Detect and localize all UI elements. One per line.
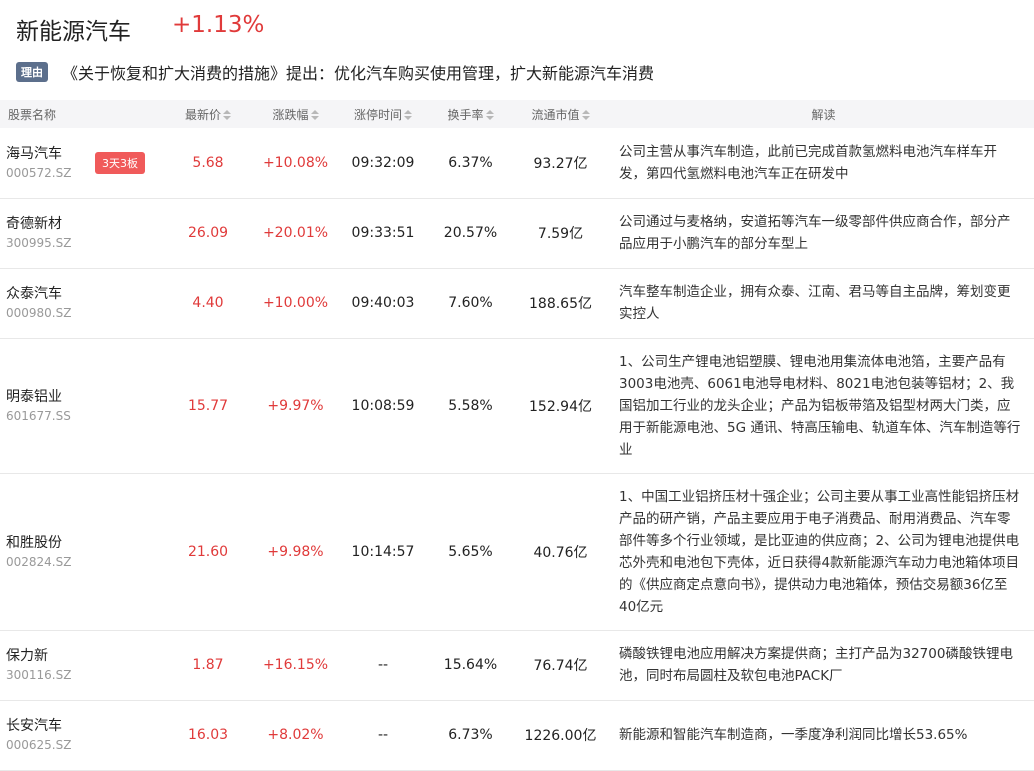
stock-name[interactable]: 长安汽车 [6, 716, 158, 736]
stock-name[interactable]: 和胜股份 [6, 533, 158, 553]
change-percent: +10.00% [262, 295, 329, 311]
limit-up-time: 09:33:51 [351, 225, 415, 241]
col-header-change[interactable]: 涨跌幅 [258, 100, 333, 128]
turnover-rate: 15.64% [443, 657, 498, 673]
latest-price: 21.60 [187, 543, 229, 560]
sort-icon[interactable] [310, 110, 319, 120]
interpretation: 新能源和智能汽车制造商，一季度净利润同比增长53.65% [619, 727, 968, 743]
change-percent: +8.02% [267, 727, 324, 743]
turnover-rate: 20.57% [443, 225, 498, 241]
table-row[interactable]: 海马汽车 000572.SZ 3天3板 5.68 +10.08% 09:32:0… [0, 128, 1034, 198]
sort-icon[interactable] [581, 110, 590, 120]
stock-table: 股票名称 最新价 涨跌幅 涨停时间 换手率 流通市值 解读 海马汽车 00057… [0, 100, 1034, 771]
sector-change: +1.13% [172, 12, 265, 38]
table-row[interactable]: 众泰汽车 000980.SZ 4.40 +10.00% 09:40:03 7.6… [0, 268, 1034, 338]
interpretation: 公司主营从事汽车制造，此前已完成首款氢燃料电池汽车样车开发，第四代氢燃料电池汽车… [619, 143, 997, 182]
stock-code: 000625.SZ [6, 738, 72, 752]
stock-name[interactable]: 保力新 [6, 646, 158, 666]
stock-name-cell[interactable]: 长安汽车 000625.SZ [0, 700, 158, 770]
limit-up-time: -- [377, 727, 389, 743]
interpretation: 汽车整车制造企业，拥有众泰、江南、君马等自主品牌，筹划变更实控人 [619, 284, 1011, 322]
float-market-cap: 93.27亿 [533, 155, 588, 172]
stock-name-cell[interactable]: 保力新 300116.SZ [0, 630, 158, 700]
change-percent: +16.15% [262, 657, 329, 673]
latest-price: 16.03 [187, 727, 229, 743]
table-row[interactable]: 明泰铝业 601677.SS 15.77 +9.97% 10:08:59 5.5… [0, 338, 1034, 473]
stock-code: 601677.SS [6, 408, 71, 423]
change-percent: +20.01% [262, 225, 329, 241]
reason-line: 理由 《关于恢复和扩大消费的措施》提出：优化汽车购买使用管理，扩大新能源汽车消费 [16, 60, 654, 84]
reason-tag: 理由 [16, 62, 48, 82]
latest-price: 1.87 [192, 657, 224, 673]
sort-icon[interactable] [485, 110, 494, 120]
col-header-name: 股票名称 [8, 107, 57, 122]
latest-price: 5.68 [192, 154, 224, 171]
sort-icon[interactable] [223, 110, 231, 120]
page-header: 新能源汽车 +1.13% [0, 0, 1034, 56]
turnover-rate: 7.60% [448, 295, 493, 311]
table-row[interactable]: 和胜股份 002824.SZ 21.60 +9.98% 10:14:57 5.6… [0, 473, 1034, 630]
limit-up-time: 10:08:59 [351, 397, 415, 414]
interpretation: 1、中国工业铝挤压材十强企业；公司主要从事工业高性能铝挤压材产品的研产销，产品主… [619, 488, 1020, 615]
table-header: 股票名称 最新价 涨跌幅 涨停时间 换手率 流通市值 解读 [0, 100, 1034, 128]
limit-up-time: 09:40:03 [351, 295, 415, 311]
stock-name[interactable]: 明泰铝业 [6, 387, 158, 407]
limit-up-time: -- [377, 657, 389, 673]
reason-text: 《关于恢复和扩大消费的措施》提出：优化汽车购买使用管理，扩大新能源汽车消费 [62, 64, 655, 83]
float-market-cap: 7.59亿 [537, 226, 584, 242]
float-market-cap: 1226.00亿 [524, 728, 597, 744]
stock-code: 002824.SZ [6, 554, 72, 569]
latest-price: 26.09 [187, 225, 229, 241]
interpretation: 公司通过与麦格纳，安道拓等汽车一级零部件供应商合作，部分产品应用于小鹏汽车的部分… [619, 214, 1011, 252]
col-header-turnover[interactable]: 换手率 [433, 100, 508, 128]
float-market-cap: 188.65亿 [529, 296, 592, 312]
col-header-price[interactable]: 最新价 [158, 100, 258, 128]
limit-up-badge: 3天3板 [95, 151, 145, 174]
stock-name-cell[interactable]: 奇德新材 300995.SZ [0, 198, 158, 268]
table-row[interactable]: 长安汽车 000625.SZ 16.03 +8.02% -- 6.73% 122… [0, 700, 1034, 770]
page-title: 新能源汽车 [16, 19, 131, 45]
latest-price: 15.77 [187, 397, 229, 414]
col-header-interpretation: 解读 [811, 107, 836, 122]
stock-name-cell[interactable]: 明泰铝业 601677.SS [0, 338, 158, 473]
turnover-rate: 5.58% [448, 397, 493, 414]
col-header-limit-time[interactable]: 涨停时间 [333, 100, 433, 128]
stock-code: 000980.SZ [6, 306, 72, 320]
change-percent: +10.08% [262, 154, 329, 171]
limit-up-time: 09:32:09 [351, 154, 415, 171]
latest-price: 4.40 [192, 295, 224, 311]
limit-up-time: 10:14:57 [351, 543, 415, 560]
float-market-cap: 152.94亿 [529, 398, 592, 415]
interpretation: 1、公司生产锂电池铝塑膜、锂电池用集流体电池箔，主要产品有3003电池壳、606… [619, 353, 1021, 458]
float-market-cap: 40.76亿 [533, 544, 588, 561]
table-row[interactable]: 保力新 300116.SZ 1.87 +16.15% -- 15.64% 76.… [0, 630, 1034, 700]
change-percent: +9.97% [267, 397, 324, 414]
table-row[interactable]: 奇德新材 300995.SZ 26.09 +20.01% 09:33:51 20… [0, 198, 1034, 268]
stock-code: 300116.SZ [6, 668, 72, 682]
change-percent: +9.98% [267, 543, 324, 560]
col-header-market-cap[interactable]: 流通市值 [508, 100, 613, 128]
stock-name-cell[interactable]: 众泰汽车 000980.SZ [0, 268, 158, 338]
turnover-rate: 6.37% [448, 154, 493, 171]
stock-name-cell[interactable]: 海马汽车 000572.SZ 3天3板 [0, 128, 158, 198]
float-market-cap: 76.74亿 [533, 658, 588, 674]
stock-code: 300995.SZ [6, 236, 72, 250]
sort-icon[interactable] [404, 110, 412, 120]
stock-name[interactable]: 奇德新材 [6, 214, 158, 234]
stock-name-cell[interactable]: 和胜股份 002824.SZ [0, 473, 158, 630]
turnover-rate: 5.65% [448, 543, 493, 560]
turnover-rate: 6.73% [448, 727, 493, 743]
stock-name[interactable]: 众泰汽车 [6, 284, 158, 304]
interpretation: 磷酸铁锂电池应用解决方案提供商；主打产品为32700磷酸铁锂电池，同时布局圆柱及… [619, 646, 1013, 684]
